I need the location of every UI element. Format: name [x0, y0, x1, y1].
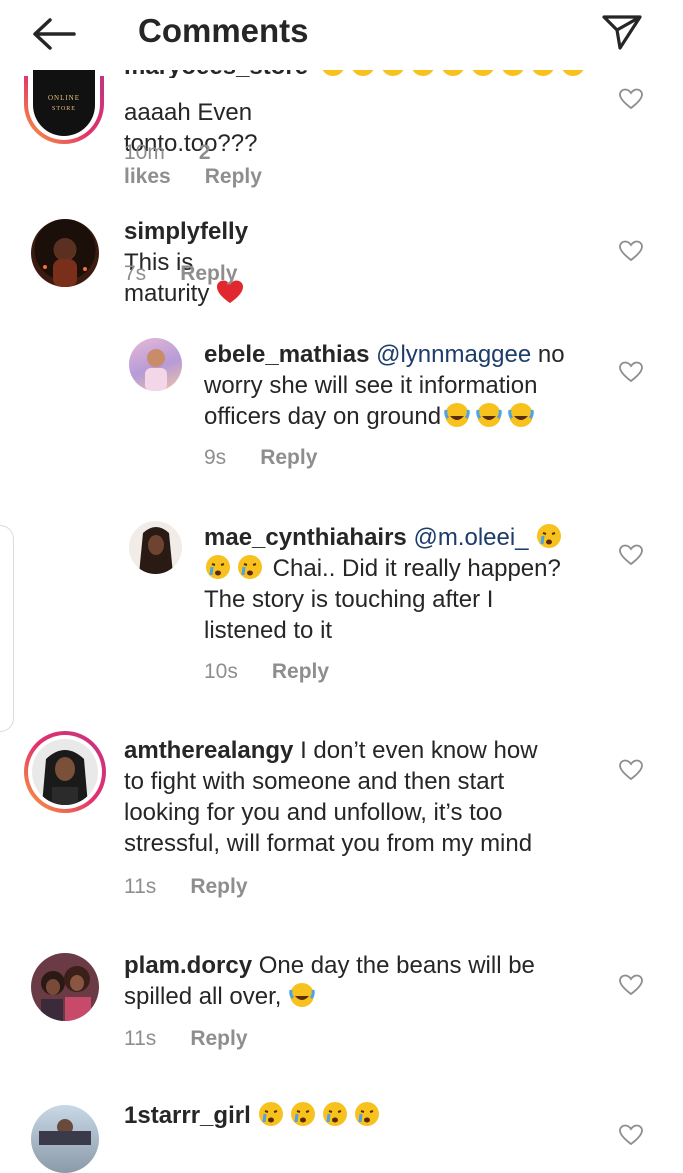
avatar[interactable] [129, 521, 182, 574]
like-heart-icon[interactable] [619, 361, 643, 383]
comment-time: 11s [124, 875, 157, 898]
mention-link[interactable]: @m.oleei_ [413, 524, 528, 551]
like-heart-icon[interactable] [619, 240, 643, 262]
avatar[interactable]: ONLINE STORE [33, 68, 95, 136]
send-icon[interactable] [600, 12, 644, 52]
avatar[interactable] [31, 219, 99, 287]
mention-link[interactable]: @lynnmaggee [376, 341, 531, 368]
comments-header: Comments [0, 0, 683, 70]
avatar[interactable] [32, 739, 98, 805]
comment-time: 10m [124, 141, 165, 164]
comment-text: no [531, 341, 565, 368]
reply-button[interactable]: Reply [205, 165, 262, 188]
side-edge-handle[interactable] [0, 525, 14, 732]
crying-emoji-icon [259, 1102, 380, 1126]
comment-text: officers day on ground [204, 403, 442, 430]
comment-meta: 7s Reply [124, 262, 271, 286]
comment-time: 10s [204, 660, 238, 683]
comment-username[interactable]: 1starrr_girl [124, 1102, 251, 1129]
laughing-emoji-icon [289, 983, 315, 1007]
avatar[interactable] [31, 953, 99, 1021]
comment-meta: 10m 2 likes Reply [124, 141, 296, 189]
like-heart-icon[interactable] [619, 759, 643, 781]
reply-button[interactable]: Reply [190, 875, 247, 898]
comment-username[interactable]: mae_cynthiahairs [204, 524, 407, 551]
comment-time: 9s [204, 446, 227, 469]
avatar[interactable] [31, 1105, 99, 1173]
comment-text: Chai.. Did it really happen? [266, 555, 561, 582]
like-heart-icon[interactable] [619, 88, 643, 110]
reply-button[interactable]: Reply [260, 446, 317, 469]
comment-username[interactable]: simplyfelly [124, 218, 248, 245]
comment-meta: 11s Reply [124, 1027, 282, 1051]
like-heart-icon[interactable] [619, 974, 643, 996]
comment-list: ONLINE STORE maryoees_store aaaah Even t… [0, 0, 683, 1173]
comment-meta: 9s Reply [204, 446, 351, 470]
reply-button[interactable]: Reply [272, 660, 329, 683]
comment-text: listened to it [204, 617, 333, 644]
comment-text: looking for you and unfollow, it’s too [124, 799, 503, 826]
laughing-emoji-icon [444, 403, 534, 427]
comment-text: worry she will see it information [204, 372, 538, 399]
like-heart-icon[interactable] [619, 544, 643, 566]
back-arrow-icon[interactable] [30, 14, 78, 54]
comment-username[interactable]: amtherealangy [124, 737, 293, 764]
reply-button[interactable]: Reply [190, 1027, 247, 1050]
reply-button[interactable]: Reply [180, 262, 237, 285]
comment-time: 11s [124, 1027, 157, 1050]
comment-meta: 10s Reply [204, 660, 363, 684]
comment-text: The story is touching after I [204, 586, 494, 613]
comment-text: One day the beans will be [252, 952, 535, 979]
comment-text: spilled all over, [124, 983, 282, 1010]
comment-text: to fight with someone and then start [124, 768, 505, 795]
page-title: Comments [138, 12, 309, 49]
comment-username[interactable]: plam.dorcy [124, 952, 252, 979]
comment-meta: 11s Reply [124, 875, 282, 899]
comment-time: 7s [124, 262, 147, 285]
comment-username[interactable]: ebele_mathias [204, 341, 369, 368]
comment-text: I don’t even know how [293, 737, 538, 764]
comment-text: stressful, will format you from my mind [124, 830, 533, 857]
crying-emoji-icon [206, 555, 262, 579]
avatar[interactable] [129, 338, 182, 391]
crying-emoji-icon [537, 524, 562, 548]
